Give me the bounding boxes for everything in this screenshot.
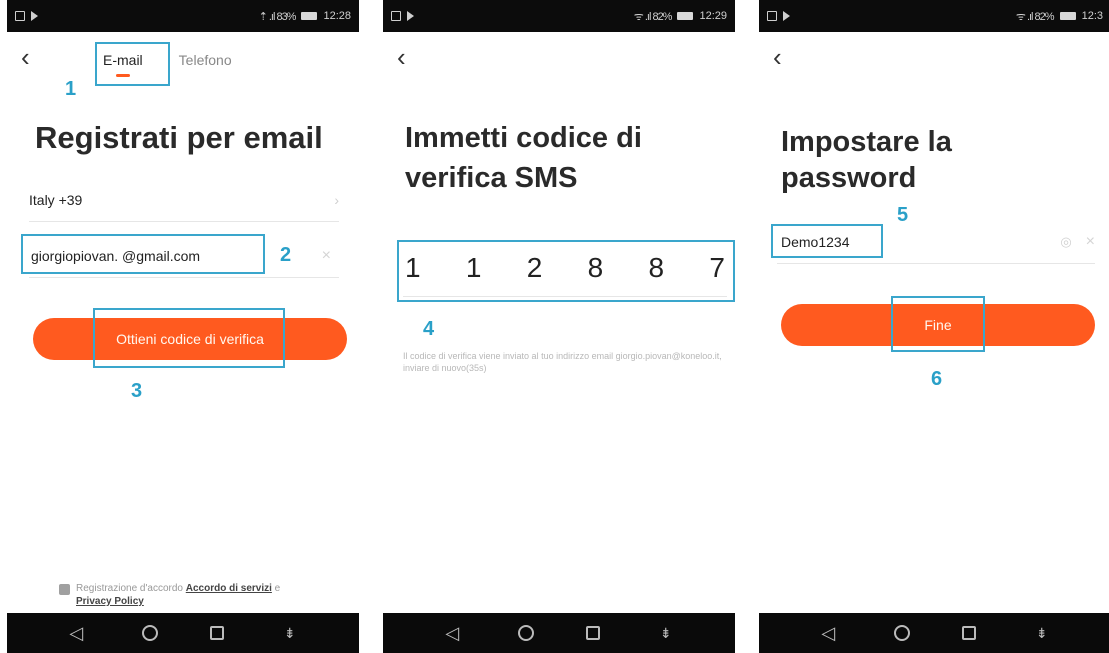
nav-back-icon[interactable]: ◁: [63, 613, 89, 653]
screen-set-password: ᯤ .ıl 82% 12:3 ‹ Impostare la password D…: [759, 0, 1109, 653]
page-title: Immetti codice di verifica SMS: [405, 122, 642, 194]
annotation-number-4: 4: [423, 318, 435, 340]
tab-phone[interactable]: Telefono: [179, 52, 232, 68]
android-nav-bar: ◁ ⇟: [383, 613, 735, 653]
annotation-number-1: 1: [65, 78, 77, 100]
country-selector[interactable]: Italy +39 ›: [29, 178, 339, 222]
battery-icon: [301, 12, 318, 20]
agreement-and: e: [274, 583, 281, 594]
screen-verify-code: ᯤ .ıl 82% 12:29 ‹ Immetti codice di veri…: [383, 0, 735, 653]
notification-icon: [767, 11, 777, 21]
annotation-box-4: [397, 240, 735, 302]
status-bar: ᯤ .ıl 82% 12:29: [383, 0, 735, 32]
nav-recents-icon[interactable]: [586, 626, 601, 640]
android-nav-bar: ◁ ⇟: [759, 613, 1109, 653]
play-icon: [407, 11, 414, 21]
back-button[interactable]: ‹: [773, 44, 782, 70]
nav-home-icon[interactable]: [893, 625, 910, 641]
annotation-box-1: [95, 42, 170, 86]
eye-icon[interactable]: ◎: [1060, 234, 1071, 250]
nav-recents-icon[interactable]: [962, 626, 977, 640]
agreement-checkbox[interactable]: [59, 584, 70, 595]
signal-battery-text: ᯤ .ıl 82%: [1015, 10, 1055, 23]
clear-icon[interactable]: ×: [322, 247, 331, 265]
nav-menu-icon[interactable]: ⇟: [1029, 613, 1055, 653]
country-label: Italy +39: [29, 191, 83, 208]
annotation-box-6: [891, 296, 985, 352]
screen-register-email: ⇡ .ıl 83% 12:28 ‹ E-mail Telefono 1 Regi…: [7, 0, 359, 653]
annotation-number-3: 3: [131, 380, 143, 402]
nav-menu-icon[interactable]: ⇟: [277, 613, 303, 653]
terms-link[interactable]: Accordo di servizi: [186, 583, 272, 594]
battery-icon: [1059, 12, 1076, 20]
status-bar: ᯤ .ıl 82% 12:3: [759, 0, 1109, 32]
notification-icon: [391, 11, 401, 21]
annotation-number-6: 6: [931, 368, 943, 390]
nav-home-icon[interactable]: [141, 625, 158, 641]
clear-icon[interactable]: ×: [1086, 233, 1095, 251]
nav-home-icon[interactable]: [517, 625, 534, 641]
annotation-number-5: 5: [897, 204, 909, 226]
page-title: Impostare la password: [781, 126, 952, 194]
nav-back-icon[interactable]: ◁: [439, 613, 465, 653]
nav-back-icon[interactable]: ◁: [815, 613, 841, 653]
nav-menu-icon[interactable]: ⇟: [653, 613, 679, 653]
battery-icon: [677, 12, 694, 20]
resend-info: Il codice di verifica viene inviato al t…: [403, 351, 722, 373]
clock: 12:3: [1081, 10, 1103, 22]
annotation-box-3: [93, 308, 285, 368]
play-icon: [783, 11, 790, 21]
annotation-box-2: [21, 234, 265, 274]
agreement: Registrazione d'accordo Accordo di servi…: [59, 582, 349, 608]
signal-battery-text: ᯤ .ıl 82%: [633, 10, 673, 23]
annotation-box-5: [771, 224, 883, 258]
android-nav-bar: ◁ ⇟: [7, 613, 359, 653]
agreement-prefix: Registrazione d'accordo: [76, 583, 183, 594]
nav-recents-icon[interactable]: [210, 626, 225, 640]
page-title: Registrati per email: [35, 120, 323, 155]
back-button[interactable]: ‹: [21, 44, 30, 70]
back-button[interactable]: ‹: [397, 44, 406, 70]
clock: 12:28: [323, 10, 351, 22]
privacy-link[interactable]: Privacy Policy: [76, 596, 144, 607]
chevron-right-icon: ›: [334, 191, 339, 208]
password-tools: ◎ ×: [1060, 233, 1095, 251]
play-icon: [31, 11, 38, 21]
status-bar: ⇡ .ıl 83% 12:28: [7, 0, 359, 32]
clock: 12:29: [699, 10, 727, 22]
annotation-number-2: 2: [280, 244, 292, 266]
notification-icon: [15, 11, 25, 21]
signal-battery-text: ⇡ .ıl 83%: [258, 10, 297, 23]
